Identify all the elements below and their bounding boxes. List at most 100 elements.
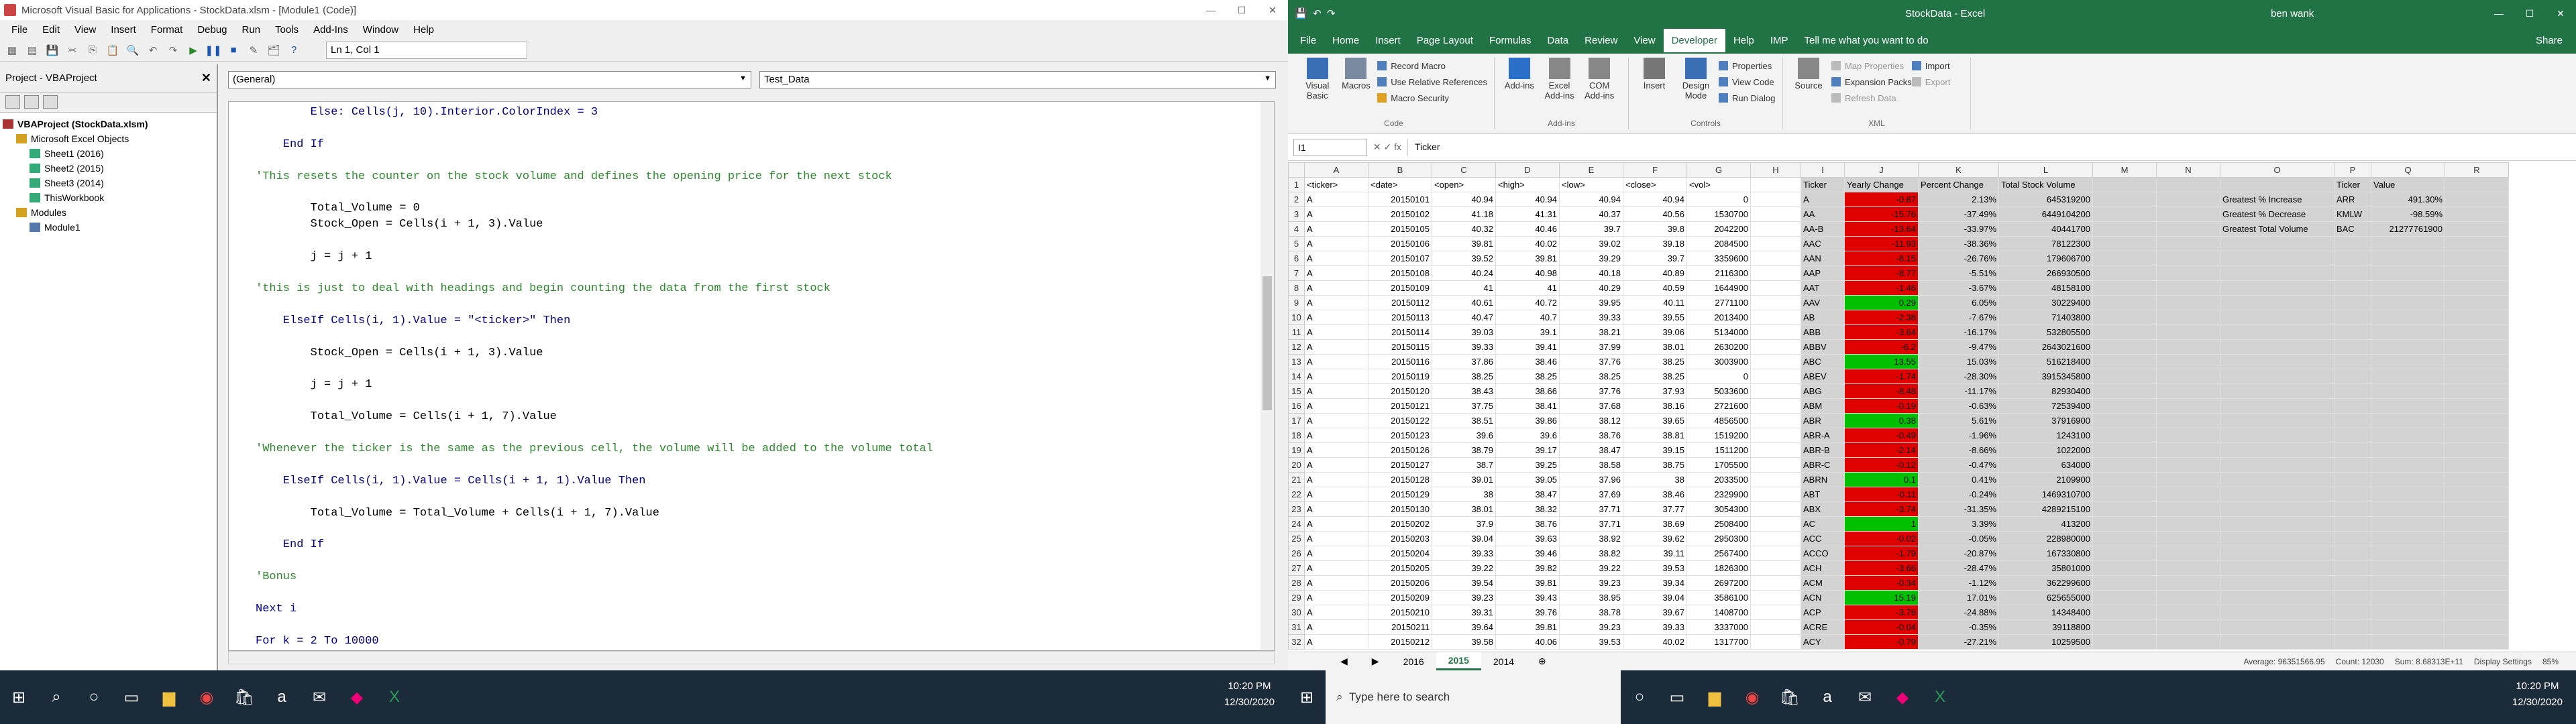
cell[interactable]: 37.9	[1432, 516, 1496, 532]
row-header[interactable]: 21	[1288, 472, 1305, 487]
cell[interactable]	[2092, 177, 2157, 192]
cell[interactable]	[2334, 265, 2371, 281]
cell[interactable]	[1750, 339, 1801, 355]
cell[interactable]	[2092, 251, 2157, 266]
cell[interactable]: 0.38	[1844, 413, 1919, 428]
cell[interactable]: 179606700	[1998, 251, 2093, 266]
row-header[interactable]: 19	[1288, 442, 1305, 458]
cell[interactable]	[2334, 354, 2371, 369]
cell[interactable]: 39.81	[1495, 575, 1560, 591]
cell[interactable]: 2.13%	[1918, 192, 1999, 207]
cell[interactable]	[1750, 265, 1801, 281]
cell[interactable]: -0.49	[1844, 428, 1919, 443]
cell[interactable]: -8.48	[1844, 383, 1919, 399]
cell[interactable]	[2445, 369, 2509, 384]
column-header[interactable]: J	[1844, 162, 1919, 178]
cell[interactable]	[2371, 442, 2445, 458]
cell[interactable]	[2156, 501, 2220, 517]
row-header[interactable]: 29	[1288, 590, 1305, 605]
cell[interactable]	[2092, 428, 2157, 443]
cell[interactable]: 38.79	[1432, 442, 1496, 458]
close-icon[interactable]: ✕	[201, 71, 211, 85]
cell[interactable]	[2156, 221, 2220, 237]
cell[interactable]	[2334, 546, 2371, 561]
cell[interactable]: 38.95	[1559, 590, 1623, 605]
column-header[interactable]: C	[1432, 162, 1496, 178]
cell[interactable]: 634000	[1998, 457, 2093, 473]
cell[interactable]	[2220, 354, 2334, 369]
cell[interactable]: 1317700	[1686, 634, 1751, 650]
row-header[interactable]: 23	[1288, 501, 1305, 517]
insert-module-icon[interactable]: ▤	[24, 42, 40, 58]
sheet-tab-2015[interactable]: 2015	[1436, 652, 1481, 670]
cell[interactable]	[2445, 546, 2509, 561]
cell[interactable]: 39.01	[1432, 472, 1496, 487]
cell[interactable]: 1469310700	[1998, 487, 2093, 502]
cell[interactable]: -26.76%	[1918, 251, 1999, 266]
minimize-icon[interactable]: —	[1195, 5, 1226, 16]
cell[interactable]	[2371, 428, 2445, 443]
cell[interactable]	[2371, 413, 2445, 428]
column-header[interactable]: B	[1368, 162, 1432, 178]
cell[interactable]: -33.97%	[1918, 221, 1999, 237]
row-header[interactable]: 28	[1288, 575, 1305, 591]
cell[interactable]: 39.52	[1432, 251, 1496, 266]
ribbon-tab-data[interactable]: Data	[1539, 29, 1576, 52]
cell[interactable]: 39.6	[1432, 428, 1496, 443]
row-header[interactable]: 13	[1288, 354, 1305, 369]
cell[interactable]: Greatest % Increase	[2220, 192, 2334, 207]
cell[interactable]	[2445, 206, 2509, 222]
cell[interactable]: 39118800	[1998, 619, 2093, 635]
cell[interactable]	[2371, 369, 2445, 384]
cell[interactable]	[2156, 369, 2220, 384]
cell[interactable]: 20150205	[1368, 560, 1432, 576]
cell[interactable]: 4856500	[1686, 413, 1751, 428]
cell[interactable]: 40.94	[1623, 192, 1687, 207]
cell[interactable]: 20150204	[1368, 546, 1432, 561]
cell[interactable]	[2092, 310, 2157, 325]
column-header[interactable]: F	[1623, 162, 1687, 178]
cell[interactable]: 39.33	[1432, 546, 1496, 561]
cell[interactable]	[2371, 339, 2445, 355]
cell[interactable]: 37.68	[1559, 398, 1623, 414]
cell[interactable]: 38.32	[1495, 501, 1560, 517]
cell[interactable]: -3.76	[1844, 605, 1919, 620]
cell[interactable]	[2156, 354, 2220, 369]
cell[interactable]: 2630200	[1686, 339, 1751, 355]
run-dialog-button[interactable]: Run Dialog	[1719, 90, 1775, 106]
cell[interactable]	[2334, 339, 2371, 355]
cells-table[interactable]: A B C D E F G H I J K L M N O P Q R 1 <ticker> <date> <open> <…	[1288, 162, 2509, 650]
cell[interactable]: 38.21	[1559, 324, 1623, 340]
cell[interactable]: ABRN	[1801, 472, 1845, 487]
cell[interactable]	[2445, 487, 2509, 502]
cell[interactable]: 38.51	[1432, 413, 1496, 428]
cell[interactable]: 0.1	[1844, 472, 1919, 487]
sheet-nav-left-icon[interactable]: ◀	[1328, 653, 1360, 670]
toggle-folders-icon[interactable]	[43, 95, 58, 109]
cell[interactable]: -13.64	[1844, 221, 1919, 237]
cortana-icon[interactable]: ○	[75, 670, 113, 724]
cell[interactable]: Ticker	[2334, 177, 2371, 192]
cell[interactable]: A	[1304, 265, 1368, 281]
cell[interactable]	[2220, 428, 2334, 443]
cell[interactable]	[2220, 324, 2334, 340]
menu-insert[interactable]: Insert	[103, 24, 144, 36]
cell[interactable]: -0.79	[1844, 634, 1919, 650]
cell[interactable]: 39.04	[1432, 531, 1496, 546]
cell[interactable]	[2156, 575, 2220, 591]
cell[interactable]: 362299600	[1998, 575, 2093, 591]
ribbon-tab-help[interactable]: Help	[1725, 29, 1762, 52]
menu-debug[interactable]: Debug	[190, 24, 234, 36]
mail-icon[interactable]: ✉	[1846, 670, 1884, 724]
cell[interactable]	[2445, 383, 2509, 399]
tree-item[interactable]: VBAProject (StockData.xlsm)	[3, 117, 214, 131]
spreadsheet-grid[interactable]: A B C D E F G H I J K L M N O P Q R 1 <ticker> <date> <open> <…	[1288, 162, 2563, 652]
app-icon[interactable]: ◆	[1884, 670, 1921, 724]
cell[interactable]: 39.11	[1623, 546, 1687, 561]
cell[interactable]: A	[1304, 442, 1368, 458]
cell[interactable]	[1750, 280, 1801, 296]
cell[interactable]: 37.77	[1623, 501, 1687, 517]
cell[interactable]: 78122300	[1998, 236, 2093, 251]
cell[interactable]	[2156, 428, 2220, 443]
cell[interactable]	[1750, 560, 1801, 576]
